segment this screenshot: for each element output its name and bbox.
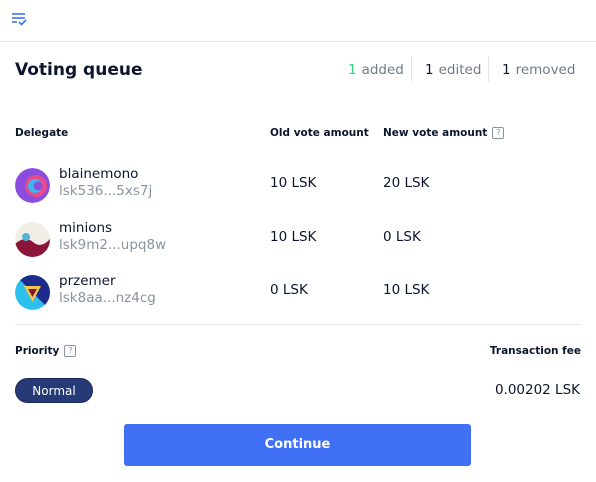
column-header-delegate: Delegate	[15, 127, 69, 139]
priority-normal-button[interactable]: Normal	[15, 378, 93, 403]
summary-removed: 1 removed	[502, 62, 575, 78]
removed-count: 1	[502, 62, 511, 78]
top-bar	[0, 0, 596, 42]
removed-label: removed	[515, 62, 576, 78]
summary-divider	[488, 56, 489, 82]
delegate-name: minions	[59, 220, 113, 236]
help-icon[interactable]: ?	[64, 345, 77, 357]
summary-added: 1 added	[348, 62, 404, 78]
transaction-fee-value: 0.00202 LSK	[494, 382, 580, 398]
delegate-address: lsk8aa...nz4cg	[59, 290, 156, 306]
help-icon[interactable]: ?	[492, 127, 505, 139]
delegate-address: lsk9m2...upq8w	[59, 237, 167, 253]
old-vote-amount: 0 LSK	[270, 282, 308, 298]
new-vote-amount: 0 LSK	[383, 229, 421, 245]
delegate-address: lsk536...5xs7j	[59, 183, 153, 199]
added-count: 1	[348, 62, 357, 78]
new-vote-amount: 20 LSK	[383, 175, 430, 191]
added-label: added	[361, 62, 404, 78]
table-row: przemer lsk8aa...nz4cg 0 LSK 10 LSK	[0, 273, 596, 313]
voting-queue-icon[interactable]	[11, 11, 27, 27]
new-vote-label: New vote amount	[383, 127, 488, 139]
page-title: Voting queue	[15, 60, 143, 80]
avatar	[15, 275, 50, 310]
priority-label-text: Priority	[15, 345, 60, 357]
summary-edited: 1 edited	[425, 62, 481, 78]
section-divider	[15, 324, 581, 325]
old-vote-amount: 10 LSK	[270, 175, 317, 191]
delegate-name: przemer	[59, 273, 116, 289]
edited-count: 1	[425, 62, 434, 78]
avatar	[15, 222, 50, 257]
transaction-fee-label: Transaction fee	[489, 345, 581, 357]
new-vote-amount: 10 LSK	[383, 282, 430, 298]
avatar	[15, 168, 50, 203]
continue-button[interactable]: Continue	[124, 424, 471, 466]
column-header-old-vote: Old vote amount	[270, 127, 369, 139]
edited-label: edited	[438, 62, 482, 78]
old-vote-amount: 10 LSK	[270, 229, 317, 245]
column-header-new-vote: New vote amount?	[383, 127, 505, 139]
delegate-name: blainemono	[59, 166, 139, 182]
table-row: blainemono lsk536...5xs7j 10 LSK 20 LSK	[0, 166, 596, 206]
table-row: minions lsk9m2...upq8w 10 LSK 0 LSK	[0, 220, 596, 260]
priority-label: Priority?	[15, 345, 77, 357]
summary-divider	[411, 56, 412, 82]
